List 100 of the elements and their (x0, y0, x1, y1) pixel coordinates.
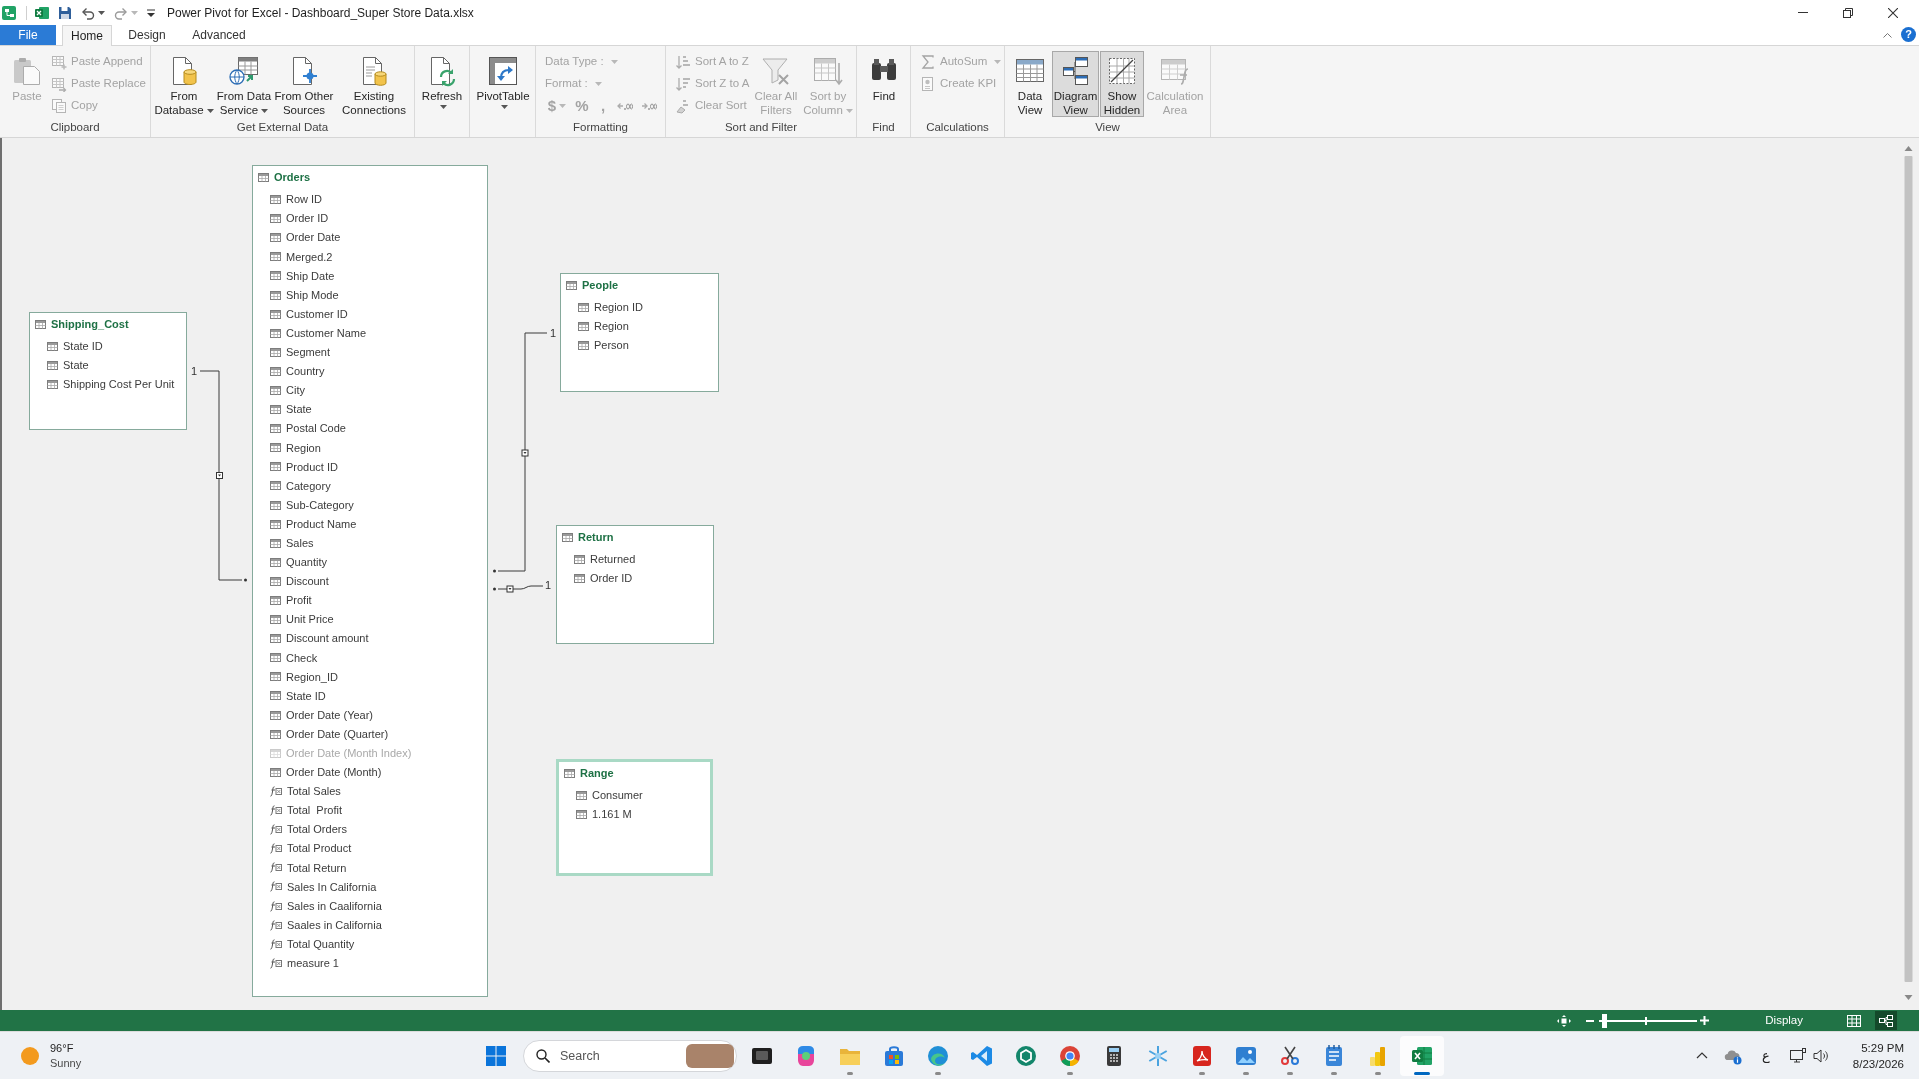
column-name: Check (286, 650, 318, 666)
column-icon (270, 672, 281, 682)
table-card[interactable]: Return Returned Order ID (556, 525, 714, 644)
ribbon-button[interactable]: From Database (153, 51, 215, 117)
column-icon (270, 710, 281, 720)
table-card[interactable]: People Region ID Region Person (560, 273, 719, 392)
code-editor-icon (970, 1043, 994, 1068)
ribbon-button[interactable]: PivotTable (473, 51, 533, 117)
column-name: State (63, 358, 89, 374)
function-icon (270, 785, 282, 797)
measure-name: Sales in Caalifornia (287, 898, 382, 914)
column-icon (270, 615, 281, 625)
column-icon (270, 271, 281, 281)
column-icon (270, 290, 281, 300)
file-tab[interactable]: File (0, 25, 56, 45)
column-name: State ID (286, 688, 326, 704)
column-icon (578, 322, 589, 332)
relationship-line[interactable] (199, 370, 247, 582)
table-plus-icon (51, 54, 67, 70)
table-card[interactable]: Range Consumer 1.161 M (556, 759, 713, 876)
column-icon (270, 634, 281, 644)
save-icon (58, 5, 72, 20)
ribbon-button[interactable]: From Data Service (215, 51, 273, 117)
ribbon-button[interactable]: Show Hidden (1100, 51, 1144, 117)
column-name: Order Date (Month) (286, 765, 382, 781)
function-icon (270, 862, 282, 874)
column-icon (270, 729, 281, 739)
clipboard-icon (11, 55, 43, 87)
ribbon-button[interactable]: Diagram View (1052, 51, 1099, 117)
ribbon-tab[interactable]: Home (62, 25, 112, 46)
column-icon (270, 328, 281, 338)
column-name: Ship Mode (286, 287, 339, 303)
cardinality-label: 1 (550, 326, 557, 341)
table-icon (35, 320, 46, 329)
group-label: Sort and Filter (724, 120, 798, 136)
column-name: Order Date (Month Index) (286, 746, 412, 761)
function-icon (270, 881, 282, 893)
caret-icon (98, 10, 105, 15)
column-icon (270, 653, 281, 663)
column-name: Ship Date (286, 268, 335, 284)
zoom-slider[interactable] (1599, 1013, 1698, 1028)
measure-name: Total Profit (287, 803, 343, 819)
function-icon (270, 900, 282, 912)
spreadsheet-icon (35, 5, 49, 20)
table-icon (566, 281, 577, 290)
diagram-view-icon (1879, 1014, 1893, 1027)
column-icon (578, 341, 589, 351)
measure-name: Total Sales (287, 784, 341, 800)
column-name: Consumer (592, 788, 643, 804)
ribbon-tab[interactable]: Design (122, 25, 172, 45)
column-name: Profit (286, 593, 312, 609)
table-swap-icon (51, 76, 67, 92)
ribbon-button[interactable]: From Other Sources (273, 51, 335, 117)
column-name: Region (594, 319, 629, 335)
fit-to-window-button[interactable] (1556, 1013, 1573, 1028)
column-icon (270, 596, 281, 605)
caret-icon (845, 108, 853, 113)
ribbon-button[interactable]: Existing Connections (335, 51, 413, 117)
table-name: Range (580, 766, 614, 782)
measure-name: Saales in California (287, 917, 382, 933)
column-icon (270, 462, 281, 472)
column-name: Region ID (594, 300, 643, 316)
language-indicator[interactable]: ع (1762, 1045, 1770, 1066)
column-icon (270, 309, 281, 319)
knot-icon (1014, 1043, 1038, 1068)
copy-icon (51, 98, 67, 114)
temperature-text: 96°F (50, 1040, 75, 1056)
group-label: Find (872, 120, 895, 136)
zoom-in-button[interactable] (1699, 1014, 1710, 1027)
view-button[interactable] (1875, 1011, 1897, 1030)
minimize-icon (1797, 12, 1808, 13)
table-card[interactable]: Shipping_Cost State ID State Shipping Cost Per Unit (29, 312, 187, 430)
column-name: Category (286, 478, 331, 494)
column-icon (574, 555, 585, 565)
column-name: Merged.2 (286, 249, 333, 265)
cardinality-label: 1 (191, 364, 198, 379)
help-button[interactable]: ? (1901, 27, 1916, 42)
column-icon (574, 574, 585, 584)
relationship-line[interactable] (493, 332, 548, 573)
ribbon-button[interactable]: Find (862, 51, 906, 117)
column-icon (270, 576, 281, 586)
ribbon-button[interactable]: Data View (1009, 51, 1051, 117)
display-label: Display (1765, 1012, 1803, 1028)
slider-thumb[interactable] (1602, 1013, 1608, 1028)
table-name: Orders (274, 170, 311, 186)
column-icon (270, 748, 281, 758)
column-name: Discount (286, 574, 329, 590)
relationship-line[interactable] (493, 585, 544, 593)
weather-condition: Sunny (50, 1055, 82, 1071)
table-card[interactable] (252, 165, 488, 997)
column-icon (270, 767, 281, 777)
cardinality-label: 1 (545, 578, 552, 593)
minus-icon (1586, 1019, 1595, 1022)
column-icon (576, 810, 587, 820)
function-icon (270, 938, 282, 950)
ribbon-tab[interactable]: Advanced (184, 25, 254, 45)
funnel-icon (760, 55, 792, 87)
group-label: View (1095, 120, 1120, 136)
chevron-up-icon (1696, 1052, 1709, 1059)
ribbon-button[interactable]: Refresh (417, 51, 467, 117)
